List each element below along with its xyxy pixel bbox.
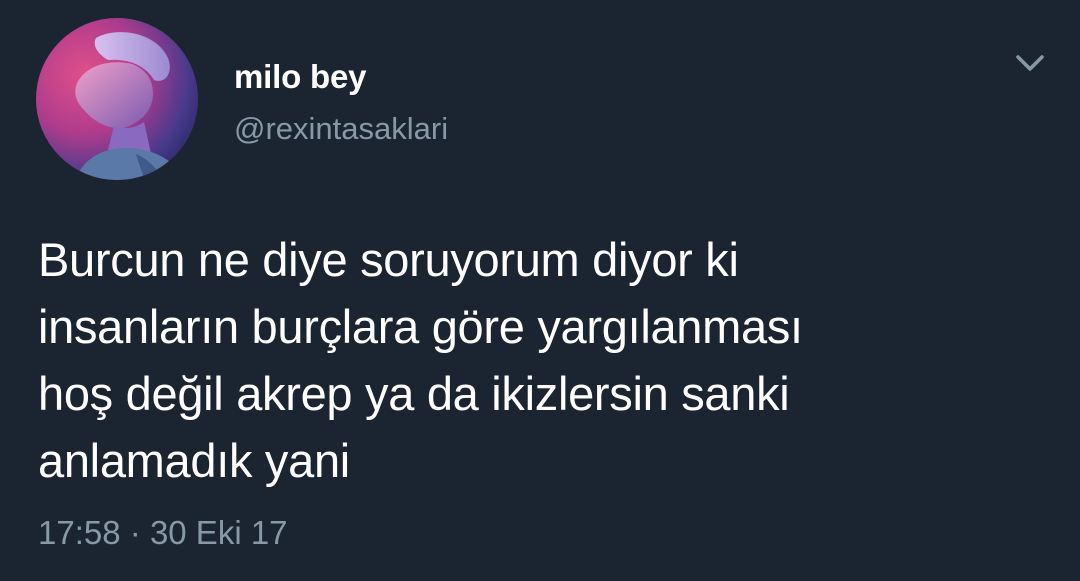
tweet-card: milo bey @rexintasaklari Burcun ne diye … bbox=[0, 0, 1080, 581]
tweet-text-line: insanların burçlara göre yargılanması bbox=[38, 300, 803, 353]
tweet-date: 30 Eki 17 bbox=[149, 514, 288, 551]
tweet-text: Burcun ne diye soruyorum diyor ki insanl… bbox=[38, 226, 1048, 494]
display-name[interactable]: milo bey bbox=[234, 58, 366, 96]
tweet-text-line: Burcun ne diye soruyorum diyor ki bbox=[38, 233, 739, 286]
chevron-down-icon[interactable] bbox=[1010, 48, 1050, 78]
tweet-text-line: anlamadık yani bbox=[38, 434, 350, 487]
avatar-image bbox=[36, 18, 198, 180]
tweet-time: 17:58 bbox=[38, 514, 121, 551]
tweet-text-line: hoş değil akrep ya da ikizlersin sanki bbox=[38, 367, 790, 420]
avatar[interactable] bbox=[36, 18, 198, 180]
meta-separator: · bbox=[129, 514, 141, 551]
user-handle[interactable]: @rexintasaklari bbox=[234, 111, 448, 147]
tweet-timestamp[interactable]: 17:58 · 30 Eki 17 bbox=[38, 514, 288, 552]
